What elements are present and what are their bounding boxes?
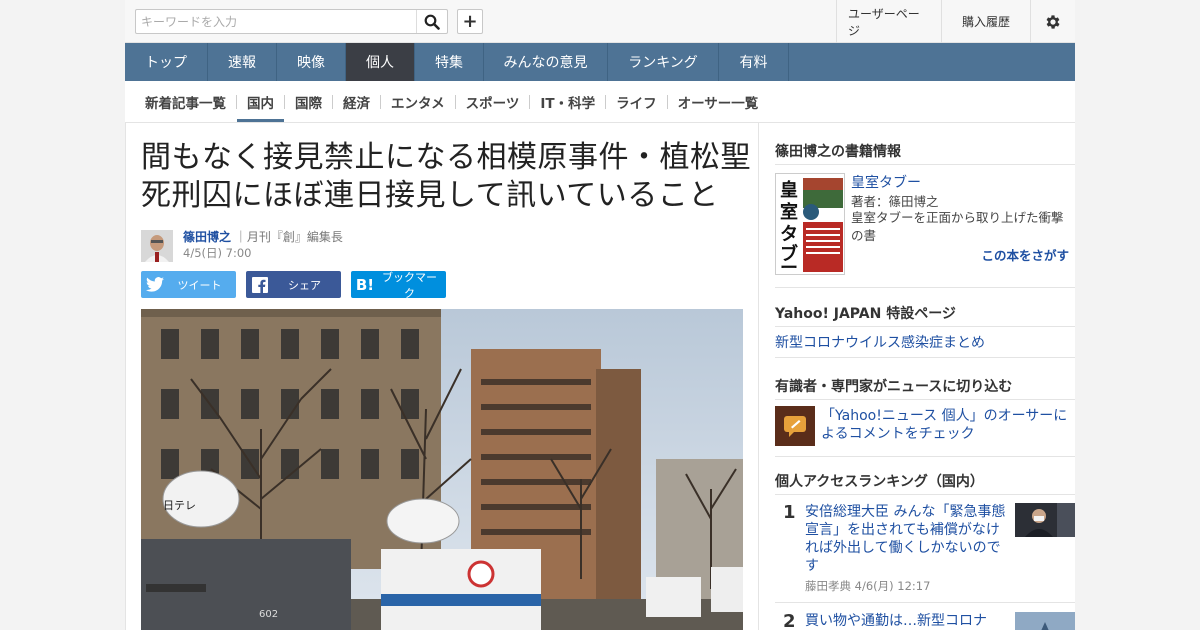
article-title-line2: 死刑囚にほぼ連日接見して訊いていること: [141, 178, 719, 213]
sidebar: 篠田博之の書籍情報 皇室タブー 皇室タブー 著者：篠田博之 皇室タブーを正面から…: [759, 122, 1075, 630]
author-block: 篠田博之 ｜月刊『創』編集長 4/5(日) 7:00: [141, 230, 343, 262]
divider: [775, 456, 1075, 457]
divider: [775, 399, 1075, 400]
top-bar: + ユーザーページ 購入履歴: [125, 0, 1075, 43]
ranking-thumbnail-image: [1015, 503, 1075, 537]
main-nav-item-top[interactable]: トップ: [125, 43, 208, 81]
article-title: 間もなく接見禁止になる相模原事件・植松聖 死刑囚にほぼ連日接見して訊いていること: [141, 139, 751, 215]
hatena-bookmark-icon: B!: [355, 275, 375, 294]
divider: [775, 287, 1075, 288]
avatar[interactable]: [141, 230, 173, 262]
article-date: 4/5(日) 7:00: [183, 246, 252, 260]
rank-number: 1: [783, 502, 796, 523]
ranking-thumbnail[interactable]: [1015, 612, 1075, 630]
sub-nav-item-it-science[interactable]: IT・科学: [530, 81, 605, 122]
divider: [775, 164, 1075, 165]
main-nav-item-breaking[interactable]: 速報: [208, 43, 277, 81]
book-section-title: 篠田博之の書籍情報: [775, 144, 901, 160]
article-title-line1: 間もなく接見禁止になる相模原事件・植松聖: [141, 140, 751, 175]
main-nav-item-ranking[interactable]: ランキング: [608, 43, 719, 81]
book-cover[interactable]: 皇室タブー: [775, 173, 845, 275]
article-photo: 日テレ 602: [141, 309, 743, 630]
sub-nav-item-domestic[interactable]: 国内: [237, 81, 284, 122]
ranking-section-title: 個人アクセスランキング（国内）: [775, 474, 984, 490]
main-nav-item-video[interactable]: 映像: [277, 43, 346, 81]
ranking-thumbnail-image: [1015, 612, 1075, 630]
expert-section-title: 有識者・専門家がニュースに切り込む: [775, 379, 1013, 395]
rank-number: 2: [783, 611, 796, 630]
settings-button[interactable]: [1030, 0, 1075, 43]
top-links: ユーザーページ 購入履歴: [836, 0, 1075, 43]
sub-nav-item-economy[interactable]: 経済: [333, 81, 380, 122]
sub-nav: 新着記事一覧 国内 国際 経済 エンタメ スポーツ IT・科学 ライフ オーサー…: [125, 81, 1075, 122]
book-description: 皇室タブーを正面から取り上げた衝撃の書: [851, 210, 1064, 243]
covid-special-link[interactable]: 新型コロナウイルス感染症まとめ: [775, 332, 985, 352]
main-nav: トップ 速報 映像 個人 特集 みんなの意見 ランキング 有料: [125, 43, 1075, 81]
sub-nav-item-life[interactable]: ライフ: [606, 81, 667, 122]
twitter-icon: [141, 277, 169, 292]
main-nav-item-feature[interactable]: 特集: [415, 43, 484, 81]
main-nav-item-paid[interactable]: 有料: [719, 43, 789, 81]
photo-tag-602: 602: [259, 609, 278, 620]
book-cover-title: 皇室タブー: [780, 179, 798, 275]
facebook-icon: [246, 276, 274, 293]
divider: [775, 326, 1075, 327]
divider: [775, 602, 1075, 603]
author-photo: [141, 230, 173, 262]
special-section-title: Yahoo! JAPAN 特設ページ: [775, 306, 956, 322]
sub-nav-item-new[interactable]: 新着記事一覧: [135, 81, 236, 122]
tweet-button[interactable]: ツイート: [141, 271, 236, 298]
user-page-link[interactable]: ユーザーページ: [836, 0, 941, 43]
book-cover-image: 皇室タブー: [776, 174, 844, 275]
ranking-thumbnail[interactable]: [1015, 503, 1075, 537]
find-book-link[interactable]: この本をさがす: [981, 245, 1069, 264]
search-box: [135, 9, 448, 34]
author-role: ｜月刊『創』編集長: [234, 230, 343, 244]
gear-icon: [1046, 14, 1060, 29]
sub-nav-item-authors[interactable]: オーサー一覧: [668, 81, 769, 122]
ranking-item-title[interactable]: 買い物や通勤は…新型コロナ: [805, 612, 1009, 630]
ranking-item-meta: 藤田孝典 4/6(月) 12:17: [805, 579, 931, 593]
sub-nav-item-entertainment[interactable]: エンタメ: [381, 81, 455, 122]
author-name[interactable]: 篠田博之: [183, 230, 231, 244]
plus-icon: +: [462, 11, 478, 32]
author-meta: 篠田博之 ｜月刊『創』編集長 4/5(日) 7:00: [183, 230, 343, 262]
book-author: 著者：篠田博之: [851, 194, 939, 209]
sub-nav-item-sports[interactable]: スポーツ: [456, 81, 530, 122]
article-photo-image: 日テレ 602: [141, 309, 743, 630]
expert-comments-link[interactable]: 「Yahoo!ニュース 個人」のオーサーによるコメントをチェック: [821, 407, 1071, 443]
main-nav-item-individual[interactable]: 個人: [346, 43, 415, 81]
search-input[interactable]: [136, 10, 416, 33]
tweet-label: ツイート: [177, 278, 222, 292]
book-title-link[interactable]: 皇室タブー: [851, 172, 921, 192]
article: 間もなく接見禁止になる相模原事件・植松聖 死刑囚にほぼ連日接見して訊いていること…: [125, 122, 759, 630]
share-buttons: ツイート シェア B! ブックマーク: [141, 270, 446, 300]
search-icon: [424, 14, 440, 30]
comment-icon[interactable]: [775, 406, 815, 446]
facebook-share-label: シェア: [288, 278, 321, 292]
divider: [775, 494, 1075, 495]
hatena-bookmark-button[interactable]: B! ブックマーク: [351, 270, 446, 300]
hatena-bookmark-label: ブックマーク: [382, 270, 437, 300]
ranking-item-title[interactable]: 安倍総理大臣 みんな「緊急事態宣言」を出されても補償がなければ外出して働くしかな…: [805, 503, 1009, 575]
photo-tag-ntv: 日テレ: [163, 499, 196, 512]
main-nav-item-opinion[interactable]: みんなの意見: [484, 43, 608, 81]
purchase-history-link[interactable]: 購入履歴: [941, 0, 1030, 43]
facebook-share-button[interactable]: シェア: [246, 271, 341, 298]
divider: [775, 357, 1075, 358]
search-button[interactable]: [416, 10, 447, 33]
add-button[interactable]: +: [457, 9, 483, 34]
sub-nav-item-international[interactable]: 国際: [285, 81, 332, 122]
